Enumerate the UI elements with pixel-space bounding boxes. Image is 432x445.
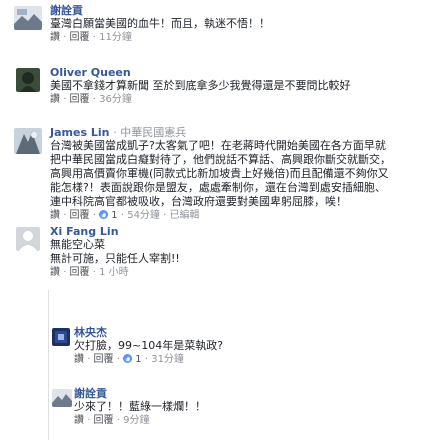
like-link[interactable]: 讚 <box>50 94 60 105</box>
reply-text: 少來了！！藍綠一樣爛！！ <box>74 400 206 413</box>
comment-author-row: James Lin · 中華民國憲兵 <box>50 126 391 139</box>
comment-actions: 讚 · 回覆 · 1 · 54分鐘 · 已編輯 <box>50 210 200 221</box>
reply-link[interactable]: 回覆 <box>94 415 114 426</box>
comment-text-line: 高興用高價賣你軍機(同款式比新加坡貴上好幾倍)而且配備還不夠你又 <box>50 167 389 180</box>
reply-actions: 讚 · 回覆 · 9分鐘 <box>74 415 150 426</box>
avatar[interactable] <box>52 328 70 346</box>
avatar[interactable] <box>16 227 40 251</box>
like-link[interactable]: 讚 <box>74 354 84 365</box>
thumbs-up-icon <box>99 210 109 219</box>
comment-author[interactable]: 謝詮貢 <box>50 4 270 17</box>
comment-author[interactable]: Xi Fang Lin <box>50 225 180 238</box>
comment-time[interactable]: 11分鐘 <box>99 32 132 43</box>
reply-link[interactable]: 回覆 <box>94 354 114 365</box>
reply-author[interactable]: 林央杰 <box>74 326 223 339</box>
author-affiliation[interactable]: · 中華民國憲兵 <box>113 126 186 139</box>
comment-text-line: 台灣被美國當成凱子?太客氣了吧！在老蔣時代開始美國在各方面早就 <box>50 139 386 152</box>
thumbs-up-icon <box>123 354 133 363</box>
comment-author[interactable]: James Lin <box>50 126 109 139</box>
edited-label[interactable]: 已編輯 <box>169 210 199 221</box>
reply-actions: 讚 · 回覆 · 1 · 31分鐘 <box>74 354 184 365</box>
like-link[interactable]: 讚 <box>50 267 60 278</box>
like-count[interactable]: 1 <box>135 354 141 365</box>
like-count[interactable]: 1 <box>111 210 117 221</box>
reply-link[interactable]: 回覆 <box>70 210 90 221</box>
avatar[interactable] <box>16 68 40 92</box>
avatar[interactable] <box>14 6 42 30</box>
like-link[interactable]: 讚 <box>74 415 84 426</box>
like-link[interactable]: 讚 <box>50 32 60 43</box>
comment-time[interactable]: 1 小時 <box>99 267 129 278</box>
avatar[interactable] <box>52 389 72 407</box>
comment-actions: 讚 · 回覆 · 11分鐘 <box>50 32 132 43</box>
reply-time[interactable]: 9分鐘 <box>123 415 149 426</box>
reply-link[interactable]: 回覆 <box>70 94 90 105</box>
reply-link[interactable]: 回覆 <box>70 267 90 278</box>
comment-time[interactable]: 54分鐘 <box>127 210 160 221</box>
reply-link[interactable]: 回覆 <box>70 32 90 43</box>
comment-actions: 讚 · 回覆 · 1 小時 <box>50 267 129 278</box>
comment-author[interactable]: Oliver Queen <box>50 66 351 79</box>
comment-text-line: 能怎樣?！表面說跟你是盟友，處處牽制你，還在台灣到處安插細胞、 <box>50 181 386 194</box>
like-link[interactable]: 讚 <box>50 210 60 221</box>
reply-text: 欠打臉，99~104年是菜執政? <box>74 339 224 352</box>
reply-author[interactable]: 謝詮貢 <box>74 387 206 400</box>
reply-time[interactable]: 31分鐘 <box>151 354 184 365</box>
comment-text-line: 連中科院高官都被吸收，台灣政府還要對美國卑躬屈膝，唉！ <box>50 195 347 208</box>
thread-line <box>48 290 49 440</box>
avatar[interactable] <box>14 128 42 154</box>
comment-text-line: 把中華民國當成白癡對待了，他們說話不算話、高興跟你斷交就斷交， <box>50 153 391 166</box>
comment-text-line: 無計可施，只能任人宰割!! <box>50 252 180 265</box>
comment-time[interactable]: 36分鐘 <box>99 94 132 105</box>
comment-text: 臺灣白願當美國的血牛！而且，執迷不悟！！ <box>50 17 270 30</box>
comment-text: 美國不拿錢才算新聞 至於到底拿多少我覺得還是不要問比較好 <box>50 79 351 92</box>
comment-actions: 讚 · 回覆 · 36分鐘 <box>50 94 132 105</box>
comment-text-line: 無能空心菜 <box>50 238 105 251</box>
